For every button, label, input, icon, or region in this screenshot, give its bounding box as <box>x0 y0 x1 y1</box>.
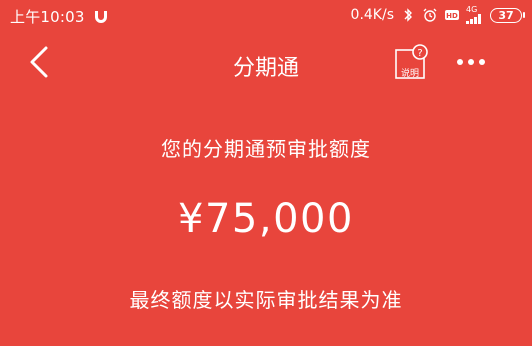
status-bar: 上午10:03 0.4K/s HD 4G 37 <box>0 0 532 32</box>
status-right: 0.4K/s HD 4G 37 <box>350 6 525 24</box>
signal-bars-icon <box>466 14 481 24</box>
hd-label: HD <box>446 12 458 20</box>
status-time: 上午10:03 <box>10 8 85 26</box>
status-left: 上午10:03 <box>10 6 109 27</box>
network-speed: 0.4K/s <box>350 7 394 23</box>
limit-amount: ¥75,000 <box>178 196 354 242</box>
nav-bar: 分期通 ? 说明 <box>0 32 532 92</box>
more-options-icon[interactable] <box>452 50 492 74</box>
app-notification-icon <box>94 10 107 23</box>
limit-title: 您的分期通预审批额度 <box>161 137 371 161</box>
svg-text:?: ? <box>417 48 422 59</box>
hd-icon: HD <box>445 10 459 20</box>
alarm-icon <box>423 8 437 22</box>
limit-note: 最终额度以实际审批结果为准 <box>129 288 403 312</box>
bluetooth-icon <box>404 8 412 22</box>
network-type: 4G <box>466 5 478 14</box>
signal-indicator: 4G <box>466 6 484 24</box>
battery-indicator: 37 <box>490 7 525 23</box>
help-button[interactable]: ? 说明 <box>394 42 434 82</box>
battery-level: 37 <box>498 8 514 22</box>
help-label: 说明 <box>400 69 419 79</box>
